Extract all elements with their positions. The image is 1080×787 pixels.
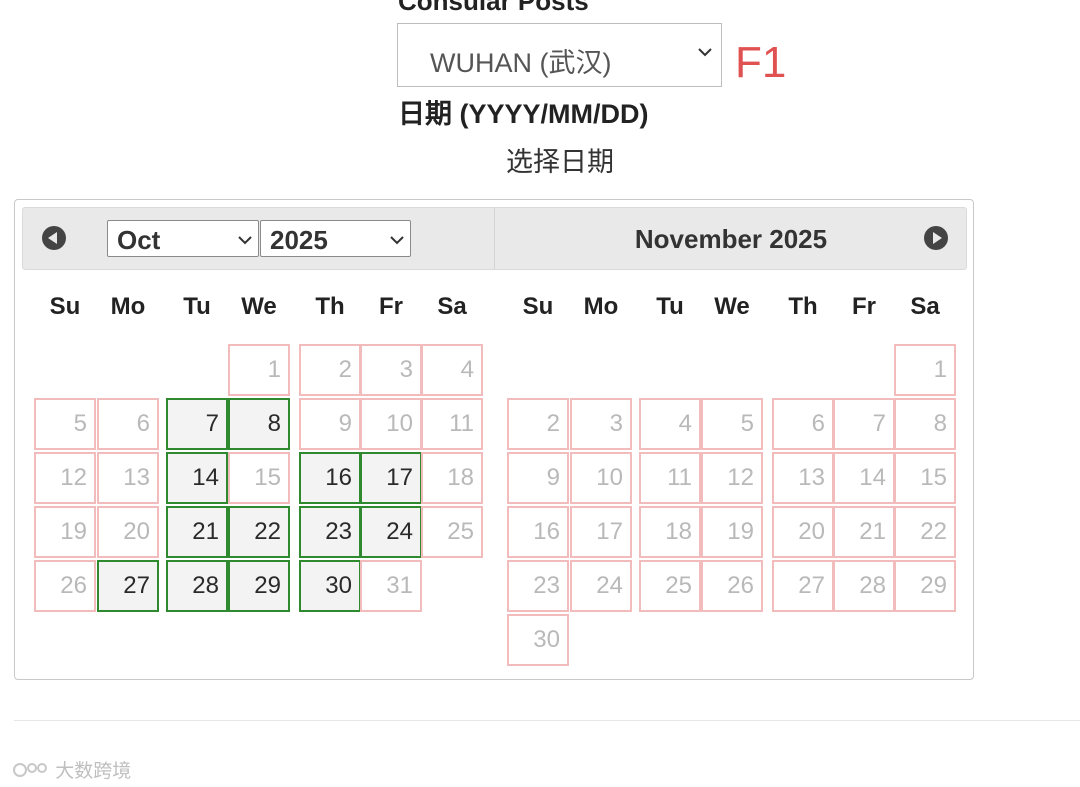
weekday-nov-su: Su bbox=[522, 293, 554, 320]
oct-day-17[interactable]: 17 bbox=[360, 452, 422, 504]
oct-day-29[interactable]: 29 bbox=[228, 560, 290, 612]
oct-day-24[interactable]: 24 bbox=[360, 506, 422, 558]
nov-day-15: 15 bbox=[894, 452, 956, 504]
nov-day-13: 13 bbox=[772, 452, 834, 504]
oct-day-8[interactable]: 8 bbox=[228, 398, 290, 450]
oct-day-9: 9 bbox=[299, 398, 361, 450]
divider bbox=[14, 720, 1080, 721]
nov-day-9: 9 bbox=[507, 452, 569, 504]
oct-day-30[interactable]: 30 bbox=[299, 560, 361, 612]
nov-day-21: 21 bbox=[833, 506, 895, 558]
weekday-oct-mo: Mo bbox=[110, 293, 146, 320]
nov-day-10: 10 bbox=[570, 452, 632, 504]
nov-day-23: 23 bbox=[507, 560, 569, 612]
datepicker-header: Oct 2025 November 2025 bbox=[22, 207, 967, 270]
nov-day-1: 1 bbox=[894, 344, 956, 396]
weekday-nov-tu: Tu bbox=[656, 293, 684, 320]
oct-day-26: 26 bbox=[34, 560, 96, 612]
nov-day-24: 24 bbox=[570, 560, 632, 612]
nov-day-28: 28 bbox=[833, 560, 895, 612]
oct-day-23[interactable]: 23 bbox=[299, 506, 361, 558]
watermark-text: 大数跨境 bbox=[55, 761, 132, 782]
oct-day-25: 25 bbox=[421, 506, 483, 558]
weekday-oct-we: We bbox=[241, 293, 277, 320]
weekday-nov-fr: Fr bbox=[852, 293, 876, 320]
next-month-icon[interactable] bbox=[924, 226, 948, 250]
nov-day-2: 2 bbox=[507, 398, 569, 450]
nov-day-4: 4 bbox=[639, 398, 701, 450]
weekday-oct-th: Th bbox=[315, 293, 345, 320]
nov-day-30: 30 bbox=[507, 614, 569, 666]
oct-day-6: 6 bbox=[97, 398, 159, 450]
weekday-nov-sa: Sa bbox=[910, 293, 940, 320]
datepicker: Oct 2025 November 2025 Su Mo Tu We Th Fr Sa 1 2 3… bbox=[14, 199, 974, 680]
select-date-label: 选择日期 bbox=[506, 147, 614, 177]
november-title: November 2025 bbox=[634, 224, 828, 254]
month-select[interactable]: Oct bbox=[107, 220, 259, 257]
consular-post-value: WUHAN (武汉) bbox=[430, 48, 612, 78]
nov-day-29: 29 bbox=[894, 560, 956, 612]
weekday-oct-tu: Tu bbox=[183, 293, 211, 320]
nov-day-16: 16 bbox=[507, 506, 569, 558]
nov-day-6: 6 bbox=[772, 398, 834, 450]
logo-icon bbox=[13, 763, 47, 777]
f1-annotation: F1 bbox=[735, 38, 787, 87]
nov-day-25: 25 bbox=[639, 560, 701, 612]
oct-day-11: 11 bbox=[421, 398, 483, 450]
date-label: 日期 (YYYY/MM/DD) bbox=[398, 99, 649, 129]
oct-day-21[interactable]: 21 bbox=[166, 506, 228, 558]
oct-day-28[interactable]: 28 bbox=[166, 560, 228, 612]
oct-day-27[interactable]: 27 bbox=[97, 560, 159, 612]
oct-day-19: 19 bbox=[34, 506, 96, 558]
chevron-down-icon bbox=[238, 236, 252, 245]
consular-post-select[interactable]: WUHAN (武汉) bbox=[397, 23, 722, 87]
weekday-nov-th: Th bbox=[788, 293, 818, 320]
oct-day-12: 12 bbox=[34, 452, 96, 504]
nov-day-7: 7 bbox=[833, 398, 895, 450]
oct-day-14[interactable]: 14 bbox=[166, 452, 228, 504]
oct-day-15: 15 bbox=[228, 452, 290, 504]
oct-day-16[interactable]: 16 bbox=[299, 452, 361, 504]
year-select[interactable]: 2025 bbox=[260, 220, 411, 257]
oct-day-1: 1 bbox=[228, 344, 290, 396]
nov-day-5: 5 bbox=[701, 398, 763, 450]
nov-day-26: 26 bbox=[701, 560, 763, 612]
weekday-oct-sa: Sa bbox=[437, 293, 467, 320]
nov-day-3: 3 bbox=[570, 398, 632, 450]
oct-day-31: 31 bbox=[360, 560, 422, 612]
oct-day-13: 13 bbox=[97, 452, 159, 504]
oct-day-4: 4 bbox=[421, 344, 483, 396]
nov-day-20: 20 bbox=[772, 506, 834, 558]
oct-day-3: 3 bbox=[360, 344, 422, 396]
weekday-oct-su: Su bbox=[49, 293, 81, 320]
consular-posts-label: Consular Posts bbox=[398, 0, 589, 16]
nov-day-27: 27 bbox=[772, 560, 834, 612]
oct-day-10: 10 bbox=[360, 398, 422, 450]
nov-day-14: 14 bbox=[833, 452, 895, 504]
nov-day-11: 11 bbox=[639, 452, 701, 504]
nov-day-8: 8 bbox=[894, 398, 956, 450]
nov-day-19: 19 bbox=[701, 506, 763, 558]
oct-day-20: 20 bbox=[97, 506, 159, 558]
nov-day-18: 18 bbox=[639, 506, 701, 558]
weekday-oct-fr: Fr bbox=[379, 293, 403, 320]
nov-day-17: 17 bbox=[570, 506, 632, 558]
oct-day-7[interactable]: 7 bbox=[166, 398, 228, 450]
oct-day-18: 18 bbox=[421, 452, 483, 504]
nov-day-12: 12 bbox=[701, 452, 763, 504]
chevron-down-icon bbox=[698, 48, 712, 57]
oct-day-5: 5 bbox=[34, 398, 96, 450]
year-select-value: 2025 bbox=[270, 225, 328, 255]
nov-day-22: 22 bbox=[894, 506, 956, 558]
weekday-nov-we: We bbox=[714, 293, 750, 320]
oct-day-22[interactable]: 22 bbox=[228, 506, 290, 558]
watermark: 大数跨境 bbox=[12, 756, 131, 783]
chevron-down-icon bbox=[390, 236, 404, 245]
month-select-value: Oct bbox=[117, 225, 161, 255]
prev-month-icon[interactable] bbox=[42, 226, 66, 250]
oct-day-2: 2 bbox=[299, 344, 361, 396]
weekday-nov-mo: Mo bbox=[583, 293, 619, 320]
